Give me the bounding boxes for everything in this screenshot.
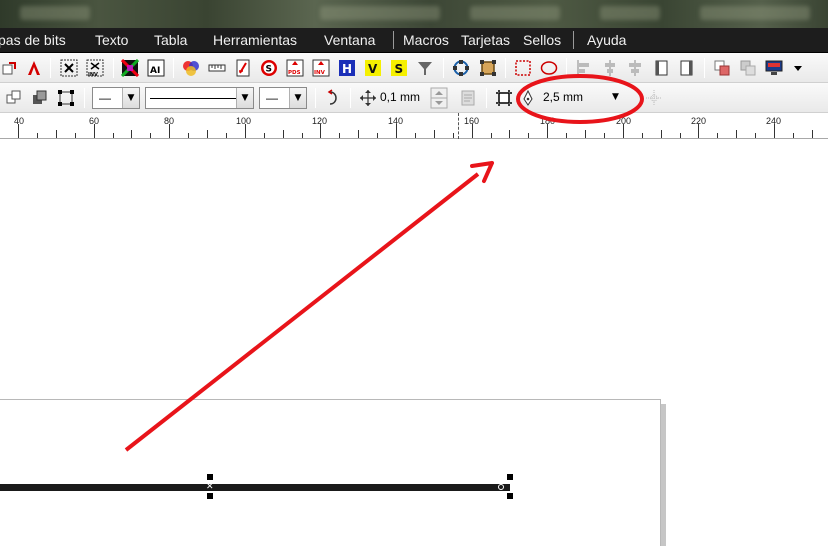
highlight-ellipse bbox=[516, 74, 644, 124]
annotation-arrow bbox=[124, 172, 480, 452]
app-window: pas de bits Texto Tabla Herramientas Ven… bbox=[0, 0, 828, 546]
annotation-overlay bbox=[124, 74, 644, 452]
